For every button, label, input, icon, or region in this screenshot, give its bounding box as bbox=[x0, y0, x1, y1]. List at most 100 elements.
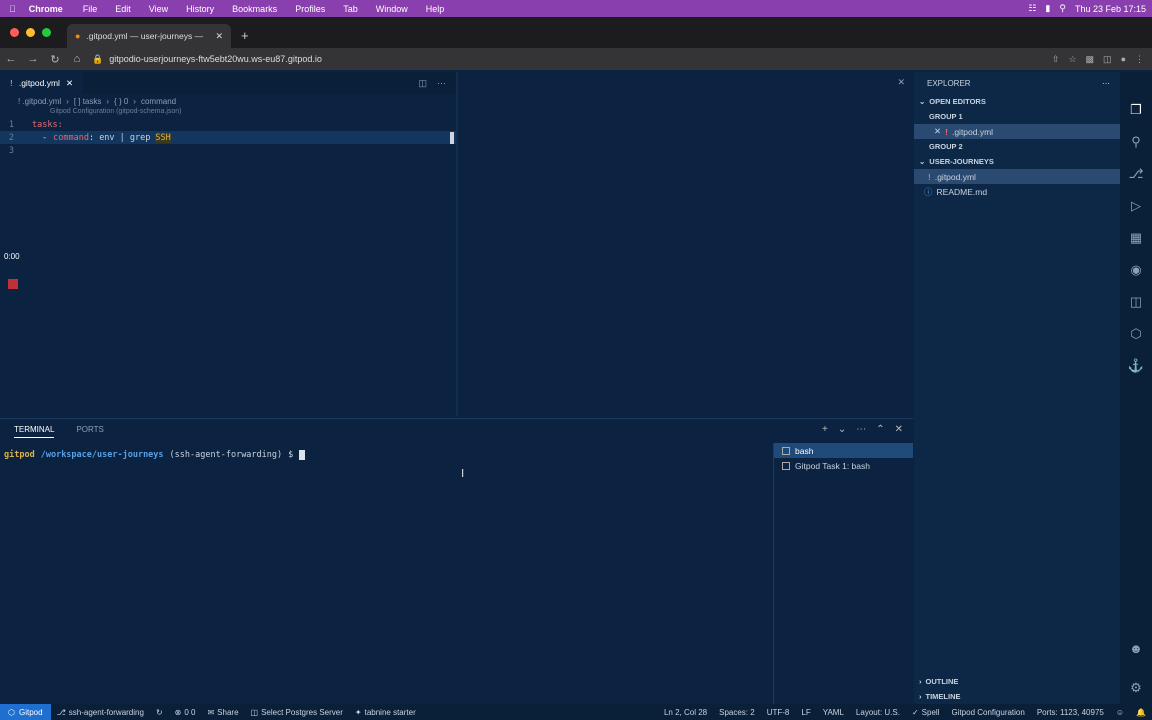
zoom-window-button[interactable] bbox=[42, 28, 51, 37]
breadcrumb-command[interactable]: command bbox=[141, 97, 176, 106]
breadcrumb-tasks[interactable]: [ ] tasks bbox=[74, 97, 102, 106]
chrome-menu-icon[interactable]: ⋮ bbox=[1135, 54, 1144, 65]
more-actions-icon[interactable]: ⋯ bbox=[437, 78, 446, 89]
menu-view[interactable]: View bbox=[140, 4, 177, 14]
wifi-icon[interactable]: ☷ bbox=[1028, 3, 1036, 14]
forward-icon[interactable]: → bbox=[22, 53, 44, 65]
schema-config[interactable]: Gitpod Configuration bbox=[945, 708, 1030, 717]
cursor-position[interactable]: Ln 2, Col 28 bbox=[658, 708, 713, 717]
gitpod-icon[interactable]: ⬡ bbox=[1130, 326, 1141, 342]
search-icon[interactable]: ⚲ bbox=[1131, 134, 1141, 150]
extensions-icon[interactable]: ▩ bbox=[1086, 54, 1095, 65]
more-actions-icon[interactable]: ⋯ bbox=[856, 424, 866, 435]
more-actions-icon[interactable]: ⋯ bbox=[1102, 79, 1120, 88]
reload-icon[interactable]: ↻ bbox=[44, 53, 66, 66]
close-tab-icon[interactable]: ✕ bbox=[215, 31, 223, 42]
battery-icon[interactable]: ▮ bbox=[1045, 3, 1050, 14]
open-editor-item[interactable]: ✕ ! .gitpod.yml bbox=[914, 124, 1120, 139]
section-outline[interactable]: › OUTLINE bbox=[914, 674, 1120, 689]
group-1-header[interactable]: GROUP 1 bbox=[914, 109, 1120, 124]
docker-icon[interactable]: ⚓ bbox=[1128, 358, 1144, 374]
stop-recording-button[interactable] bbox=[8, 279, 18, 289]
menubar-clock[interactable]: Thu 23 Feb 17:15 bbox=[1075, 4, 1146, 14]
breadcrumb-file[interactable]: ! .gitpod.yml bbox=[18, 97, 61, 106]
back-icon[interactable]: ← bbox=[0, 53, 22, 65]
menu-edit[interactable]: Edit bbox=[106, 4, 140, 14]
explorer-header: EXPLORER ⋯ bbox=[914, 72, 1120, 94]
explorer-icon[interactable]: ❐ bbox=[1130, 102, 1142, 118]
language-mode[interactable]: YAML bbox=[817, 708, 850, 717]
close-editor-icon[interactable]: ✕ bbox=[66, 78, 73, 89]
new-tab-icon[interactable]: + bbox=[231, 28, 259, 48]
browser-tab[interactable]: ● .gitpod.yml — user-journeys — ✕ bbox=[67, 24, 231, 48]
run-debug-icon[interactable]: ▷ bbox=[1131, 198, 1141, 214]
remote-indicator[interactable]: ⬡ Gitpod bbox=[0, 704, 51, 720]
minimize-window-button[interactable] bbox=[26, 28, 35, 37]
tabnine-item[interactable]: ✦ tabnine starter bbox=[349, 708, 422, 717]
ports-item[interactable]: Ports: 1123, 40975 bbox=[1031, 708, 1110, 717]
search-icon[interactable]: ⚲ bbox=[1059, 3, 1066, 14]
menu-tab[interactable]: Tab bbox=[334, 4, 367, 14]
share-icon[interactable]: ⇧ bbox=[1052, 54, 1060, 65]
new-terminal-icon[interactable]: + bbox=[822, 424, 828, 435]
url-field[interactable]: 🔒 gitpodio-userjourneys-ftw5ebt20wu.ws-e… bbox=[92, 51, 762, 67]
menu-profiles[interactable]: Profiles bbox=[286, 4, 334, 14]
source-control-icon[interactable]: ⎇ bbox=[1129, 166, 1144, 182]
remote-explorer-icon[interactable]: ◉ bbox=[1130, 262, 1141, 278]
problems-item[interactable]: ⊗ 0 0 bbox=[169, 708, 202, 717]
tab-ports[interactable]: PORTS bbox=[76, 425, 103, 437]
settings-gear-icon[interactable]: ⚙ bbox=[1130, 680, 1142, 696]
menu-file[interactable]: File bbox=[74, 4, 107, 14]
indentation[interactable]: Spaces: 2 bbox=[713, 708, 761, 717]
section-timeline[interactable]: › TIMELINE bbox=[914, 689, 1120, 704]
tab-terminal[interactable]: TERMINAL bbox=[14, 425, 55, 438]
feedback-icon[interactable]: ☺ bbox=[1110, 708, 1130, 717]
breadcrumb-index[interactable]: { } 0 bbox=[114, 97, 128, 106]
close-panel-icon[interactable]: ✕ bbox=[895, 424, 903, 435]
close-icon[interactable]: ✕ bbox=[934, 126, 941, 137]
menu-bookmarks[interactable]: Bookmarks bbox=[223, 4, 286, 14]
section-user-journeys[interactable]: ⌄ USER-JOURNEYS bbox=[914, 154, 1120, 169]
menu-window[interactable]: Window bbox=[367, 4, 417, 14]
home-icon[interactable]: ⌂ bbox=[66, 53, 88, 65]
bookmark-star-icon[interactable]: ☆ bbox=[1068, 54, 1076, 65]
menu-history[interactable]: History bbox=[177, 4, 223, 14]
section-open-editors[interactable]: ⌄ OPEN EDITORS bbox=[914, 94, 1120, 109]
activity-bar: ❐ ⚲ ⎇ ▷ ▦ ◉ ◫ ⬡ ⚓ ☻ ⚙ bbox=[1120, 72, 1152, 704]
keyboard-layout[interactable]: Layout: U.S. bbox=[850, 708, 906, 717]
file-item-gitpod-yml[interactable]: ! .gitpod.yml bbox=[914, 169, 1120, 184]
postgres-item[interactable]: ◫ Select Postgres Server bbox=[245, 708, 349, 717]
terminal-area[interactable]: gitpod /workspace/user-journeys (ssh-age… bbox=[0, 445, 772, 705]
yaml-key: command bbox=[53, 132, 89, 143]
eol[interactable]: LF bbox=[795, 708, 816, 717]
split-editor-icon[interactable]: ◫ bbox=[418, 78, 427, 89]
terminal-item-bash[interactable]: bash bbox=[774, 443, 913, 458]
terminal-item-task1[interactable]: Gitpod Task 1: bash bbox=[774, 458, 913, 473]
maximize-panel-icon[interactable]: ⌃ bbox=[876, 424, 884, 435]
close-window-button[interactable] bbox=[10, 28, 19, 37]
database-icon[interactable]: ◫ bbox=[1130, 294, 1142, 310]
sidebar-toggle-icon[interactable]: ◫ bbox=[1103, 54, 1112, 65]
file-item-readme[interactable]: ⓘ README.md bbox=[914, 184, 1120, 199]
sync-icon[interactable]: ↻ bbox=[150, 708, 169, 717]
profile-avatar-icon[interactable]: ● bbox=[1121, 54, 1126, 65]
spell-label: Spell bbox=[921, 707, 940, 717]
chevron-down-icon[interactable]: ⌄ bbox=[838, 424, 846, 435]
code-area[interactable]: 1 tasks: 2 - command : env | grep SSH 3 bbox=[0, 118, 456, 157]
group-2-header[interactable]: GROUP 2 bbox=[914, 139, 1120, 154]
spell-item[interactable]: ✓ Spell bbox=[906, 708, 946, 717]
encoding[interactable]: UTF-8 bbox=[761, 708, 796, 717]
extensions-icon[interactable]: ▦ bbox=[1130, 230, 1142, 246]
editor-tab-label: .gitpod.yml bbox=[18, 78, 60, 88]
menu-help[interactable]: Help bbox=[417, 4, 454, 14]
account-icon[interactable]: ☻ bbox=[1129, 641, 1143, 656]
branch-item[interactable]: ⎇ ssh-agent-forwarding bbox=[51, 708, 150, 717]
menu-app-name[interactable]: Chrome bbox=[25, 4, 74, 14]
notifications-icon[interactable]: 🔔 bbox=[1130, 708, 1152, 717]
editor-tab-gitpod-yml[interactable]: ! .gitpod.yml ✕ bbox=[0, 72, 84, 94]
share-item[interactable]: ✉ Share bbox=[201, 708, 244, 717]
close-group-icon[interactable]: ✕ bbox=[897, 77, 905, 88]
apple-icon[interactable]:  bbox=[0, 4, 25, 14]
schema-hint[interactable]: Gitpod Configuration (gitpod-schema.json… bbox=[0, 108, 456, 118]
section-label: TIMELINE bbox=[925, 692, 961, 701]
